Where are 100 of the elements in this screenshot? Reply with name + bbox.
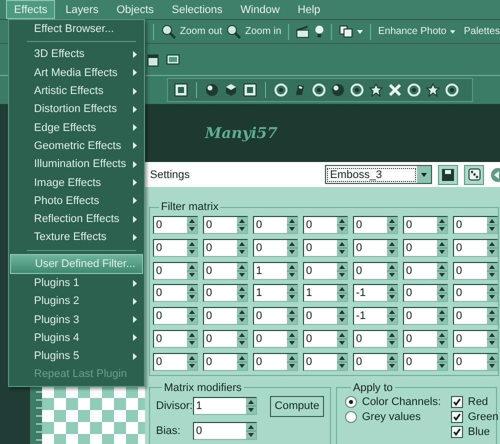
menu-item[interactable]: Texture Effects <box>10 228 143 247</box>
menu-item[interactable]: Distortion Effects <box>10 100 143 118</box>
spin-field[interactable]: 0 <box>193 422 257 440</box>
spin-buttons[interactable] <box>437 308 447 324</box>
sphere-icon[interactable] <box>205 83 219 97</box>
spin-buttons[interactable] <box>487 262 497 279</box>
ring-icon[interactable] <box>312 83 326 97</box>
spin-field[interactable]: 0 <box>203 216 248 234</box>
spin-buttons[interactable] <box>337 354 347 370</box>
spin-field[interactable]: 0 <box>153 284 198 302</box>
palettes-menu[interactable]: Palettes <box>464 26 500 37</box>
spin-field[interactable]: 0 <box>453 284 498 302</box>
spin-buttons[interactable] <box>387 330 397 347</box>
spin-buttons[interactable] <box>287 240 297 256</box>
spin-field[interactable]: 0 <box>453 352 498 371</box>
checkbox[interactable] <box>450 396 463 408</box>
spin-field[interactable]: 0 <box>353 330 398 348</box>
menu-item[interactable]: Plugins 1 <box>10 274 143 292</box>
spin-field[interactable]: 0 <box>253 330 298 348</box>
menu-item[interactable]: Window <box>232 0 288 19</box>
preset-dropdown[interactable]: Emboss_3 <box>325 165 432 184</box>
spin-buttons[interactable] <box>387 285 397 302</box>
spin-buttons[interactable] <box>337 262 347 279</box>
spin-buttons[interactable] <box>187 354 197 370</box>
spin-field[interactable]: 0 <box>353 262 398 280</box>
spin-buttons[interactable] <box>387 262 397 279</box>
spin-field[interactable]: 0 <box>253 307 298 326</box>
spin-buttons[interactable] <box>337 308 347 324</box>
frame-icon[interactable] <box>174 83 188 97</box>
spin-buttons[interactable] <box>337 240 347 256</box>
spin-field[interactable]: 0 <box>453 238 498 257</box>
spin-field[interactable]: 0 <box>203 238 248 257</box>
spin-buttons[interactable] <box>487 240 497 256</box>
spin-buttons[interactable] <box>337 330 347 347</box>
spin-field[interactable]: 0 <box>153 262 198 280</box>
spin-field[interactable]: 0 <box>303 216 348 234</box>
spin-buttons[interactable] <box>387 354 397 370</box>
spin-field[interactable]: 0 <box>153 307 198 326</box>
spin-field[interactable]: 0 <box>153 330 198 348</box>
spin-buttons[interactable] <box>487 285 497 302</box>
menu-item[interactable]: Illumination Effects <box>10 155 143 174</box>
spin-buttons[interactable] <box>237 285 247 302</box>
spin-field[interactable]: 0 <box>203 284 248 302</box>
spin-field[interactable]: 0 <box>203 262 248 280</box>
menu-item[interactable]: Objects <box>108 0 162 19</box>
menu-item[interactable]: Plugins 5 <box>10 347 143 366</box>
spin-buttons[interactable] <box>437 354 447 370</box>
menu-item[interactable]: Image Effects <box>10 173 143 192</box>
radio-button[interactable] <box>345 396 357 408</box>
menu-item[interactable]: Reflection Effects <box>10 210 143 228</box>
checkbox[interactable] <box>450 410 463 423</box>
menu-item[interactable]: Layers <box>57 0 106 19</box>
spin-buttons[interactable] <box>237 308 247 324</box>
document-dropdown[interactable] <box>339 25 364 38</box>
frame-icon[interactable] <box>243 83 257 97</box>
spin-field[interactable]: 0 <box>253 352 298 371</box>
spin-buttons[interactable] <box>237 262 247 279</box>
menu-item[interactable]: Photo Effects <box>10 192 143 210</box>
spin-field[interactable]: 0 <box>353 352 398 371</box>
spin-buttons[interactable] <box>337 217 347 233</box>
spin-buttons[interactable] <box>237 240 247 256</box>
star-icon[interactable] <box>426 83 440 97</box>
spin-field[interactable]: 1 <box>303 284 348 302</box>
spin-buttons[interactable] <box>437 240 447 256</box>
ring-icon[interactable] <box>350 83 364 97</box>
spin-buttons[interactable] <box>187 217 197 233</box>
menu-item[interactable]: Plugins 4 <box>10 328 143 348</box>
menu-item[interactable]: Effect Browser... <box>10 20 143 38</box>
ring-icon[interactable] <box>274 83 288 97</box>
spin-field[interactable]: 0 <box>403 352 448 371</box>
brush-icon[interactable] <box>293 83 307 97</box>
spin-buttons[interactable] <box>287 308 297 324</box>
zoom-out-button[interactable]: Zoom out <box>160 24 222 39</box>
ring-icon[interactable] <box>407 83 421 97</box>
spin-field[interactable]: 0 <box>453 262 498 280</box>
randomize-button[interactable] <box>464 164 484 184</box>
spin-field[interactable]: 0 <box>303 330 348 348</box>
compute-button[interactable]: Compute <box>270 396 324 417</box>
menu-item[interactable]: Help <box>290 0 328 19</box>
ring-icon[interactable] <box>445 83 459 97</box>
clapper-icon[interactable] <box>296 24 310 38</box>
menu-item[interactable]: Plugins 3 <box>10 310 143 329</box>
spin-field[interactable]: 0 <box>353 238 398 257</box>
sphere-icon[interactable] <box>331 83 345 97</box>
save-button[interactable] <box>438 164 458 184</box>
spin-field[interactable]: 0 <box>403 284 448 302</box>
spin-buttons[interactable] <box>387 217 397 233</box>
spin-buttons[interactable] <box>237 330 247 347</box>
zoom-in-button[interactable]: Zoom in <box>226 24 282 39</box>
spin-buttons[interactable] <box>287 217 297 233</box>
spin-buttons[interactable] <box>437 217 447 233</box>
spin-buttons[interactable] <box>487 330 497 347</box>
menu-item[interactable]: Plugins 2 <box>10 292 143 310</box>
spin-buttons[interactable] <box>487 308 497 324</box>
spin-field[interactable]: -1 <box>353 307 398 326</box>
spin-buttons[interactable] <box>437 285 447 302</box>
spin-buttons[interactable] <box>287 262 297 279</box>
reset-icon[interactable] <box>490 166 500 182</box>
spin-buttons[interactable] <box>187 308 197 324</box>
spin-field[interactable]: 0 <box>153 352 198 371</box>
